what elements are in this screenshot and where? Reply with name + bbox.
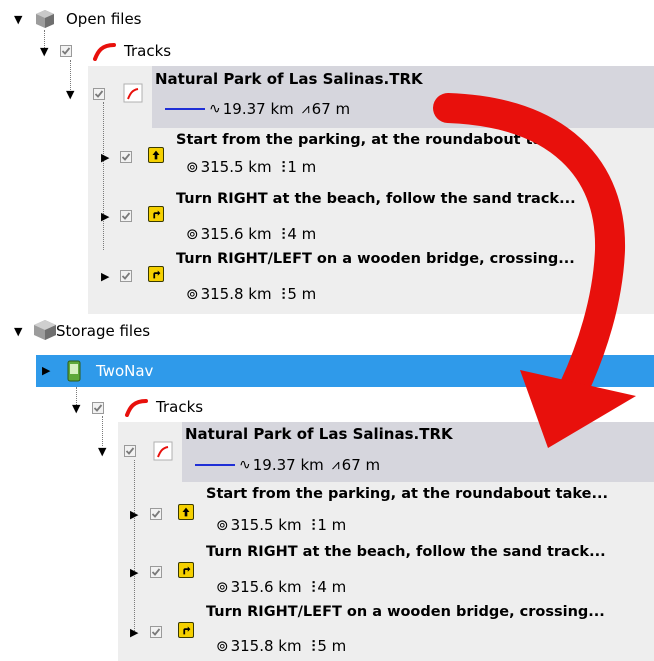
red-track-icon xyxy=(93,43,116,61)
track-distance: 19.37 km xyxy=(222,100,294,118)
checkbox-checked[interactable] xyxy=(92,402,104,414)
waypoint-distance: 315.5 km xyxy=(230,516,302,534)
turn-right-icon xyxy=(178,562,194,578)
waypoint-text[interactable]: Turn RIGHT/LEFT on a wooden bridge, cros… xyxy=(176,251,575,267)
track-name[interactable]: Natural Park of Las Salinas.TRK xyxy=(155,70,423,88)
waypoint-text[interactable]: Start from the parking, at the roundabou… xyxy=(206,486,608,502)
expand-track-icon[interactable]: ▼ xyxy=(98,445,106,459)
expand-waypoint-icon[interactable]: ▶ xyxy=(101,210,109,224)
checkbox-checked[interactable] xyxy=(60,45,72,57)
tracks-label[interactable]: Tracks xyxy=(156,398,203,416)
waypoint-height: 1 m xyxy=(287,158,317,176)
checkbox-checked[interactable] xyxy=(124,445,136,457)
waypoint-distance: 315.6 km xyxy=(200,225,272,243)
waypoint-text[interactable]: Turn RIGHT/LEFT on a wooden bridge, cros… xyxy=(206,604,605,620)
track-stats: ∿ 19.37 km ⩘ 67 m xyxy=(195,456,380,474)
storage-icon xyxy=(34,320,56,340)
waypoint-height: 5 m xyxy=(287,285,317,303)
expand-tracks-icon[interactable]: ▼ xyxy=(72,402,80,416)
expand-waypoint-icon[interactable]: ▶ xyxy=(101,151,109,165)
waypoint-text[interactable]: Turn RIGHT at the beach, follow the sand… xyxy=(176,191,576,207)
expand-open-files-icon[interactable]: ▼ xyxy=(14,13,22,27)
height-icon: ⫶ xyxy=(281,158,286,176)
distance-icon: ∿ xyxy=(209,101,221,117)
waypoint-stats: ⊚ 315.5 km ⫶ 1 m xyxy=(216,516,346,534)
track-color-line xyxy=(165,108,205,110)
height-icon: ⫶ xyxy=(281,285,286,303)
gps-device-icon xyxy=(67,360,81,382)
tracks-label[interactable]: Tracks xyxy=(124,42,171,60)
waypoint-distance: 315.8 km xyxy=(200,285,272,303)
distance-icon: ∿ xyxy=(239,457,251,473)
open-files-label[interactable]: Open files xyxy=(66,10,142,28)
expand-waypoint-icon[interactable]: ▶ xyxy=(130,626,138,640)
height-icon: ⫶ xyxy=(281,225,286,243)
waypoint-text[interactable]: Turn RIGHT at the beach, follow the sand… xyxy=(206,544,606,560)
waypoint-stats: ⊚ 315.6 km ⫶ 4 m xyxy=(186,225,316,243)
track-distance: 19.37 km xyxy=(252,456,324,474)
track-elevation: 67 m xyxy=(341,456,381,474)
odometer-icon: ⊚ xyxy=(186,225,199,243)
expand-tracks-icon[interactable]: ▼ xyxy=(40,45,48,59)
storage-files-label[interactable]: Storage files xyxy=(56,322,150,340)
expand-track-icon[interactable]: ▼ xyxy=(66,88,74,102)
checkbox-checked[interactable] xyxy=(150,626,162,638)
turn-right-icon xyxy=(148,206,164,222)
odometer-icon: ⊚ xyxy=(186,158,199,176)
expand-storage-files-icon[interactable]: ▼ xyxy=(14,325,22,339)
height-icon: ⫶ xyxy=(311,578,316,596)
arrow-up-icon xyxy=(178,504,194,520)
track-name[interactable]: Natural Park of Las Salinas.TRK xyxy=(185,425,453,443)
waypoint-stats: ⊚ 315.5 km ⫶ 1 m xyxy=(186,158,316,176)
expand-waypoint-icon[interactable]: ▶ xyxy=(130,508,138,522)
waypoint-stats: ⊚ 315.8 km ⫶ 5 m xyxy=(216,637,346,655)
waypoint-stats: ⊚ 315.6 km ⫶ 4 m xyxy=(216,578,346,596)
checkbox-checked[interactable] xyxy=(93,88,105,100)
turn-right-icon xyxy=(178,622,194,638)
odometer-icon: ⊚ xyxy=(216,516,229,534)
odometer-icon: ⊚ xyxy=(216,578,229,596)
track-file-icon xyxy=(153,441,173,461)
waypoint-distance: 315.8 km xyxy=(230,637,302,655)
waypoint-text[interactable]: Start from the parking, at the roundabou… xyxy=(176,132,578,148)
device-label[interactable]: TwoNav xyxy=(96,362,153,380)
expand-twonav-icon[interactable]: ▶ xyxy=(42,364,50,378)
expand-waypoint-icon[interactable]: ▶ xyxy=(101,270,109,284)
turn-right-icon xyxy=(148,266,164,282)
checkbox-checked[interactable] xyxy=(120,270,132,282)
box-icon xyxy=(36,10,54,28)
waypoint-height: 1 m xyxy=(317,516,347,534)
checkbox-checked[interactable] xyxy=(150,566,162,578)
waypoint-height: 5 m xyxy=(317,637,347,655)
elevation-icon: ⩘ xyxy=(331,457,340,473)
odometer-icon: ⊚ xyxy=(216,637,229,655)
checkbox-checked[interactable] xyxy=(120,210,132,222)
waypoint-distance: 315.5 km xyxy=(200,158,272,176)
height-icon: ⫶ xyxy=(311,516,316,534)
track-stats: ∿ 19.37 km ⩘ 67 m xyxy=(165,100,350,118)
odometer-icon: ⊚ xyxy=(186,285,199,303)
checkbox-checked[interactable] xyxy=(150,508,162,520)
arrow-up-icon xyxy=(148,147,164,163)
waypoint-height: 4 m xyxy=(287,225,317,243)
expand-waypoint-icon[interactable]: ▶ xyxy=(130,566,138,580)
red-track-icon xyxy=(125,399,148,417)
waypoint-height: 4 m xyxy=(317,578,347,596)
waypoint-distance: 315.6 km xyxy=(230,578,302,596)
checkbox-checked[interactable] xyxy=(120,151,132,163)
track-file-icon xyxy=(123,83,143,103)
track-color-line xyxy=(195,464,235,466)
height-icon: ⫶ xyxy=(311,637,316,655)
waypoint-stats: ⊚ 315.8 km ⫶ 5 m xyxy=(186,285,316,303)
elevation-icon: ⩘ xyxy=(301,101,310,117)
track-elevation: 67 m xyxy=(311,100,351,118)
